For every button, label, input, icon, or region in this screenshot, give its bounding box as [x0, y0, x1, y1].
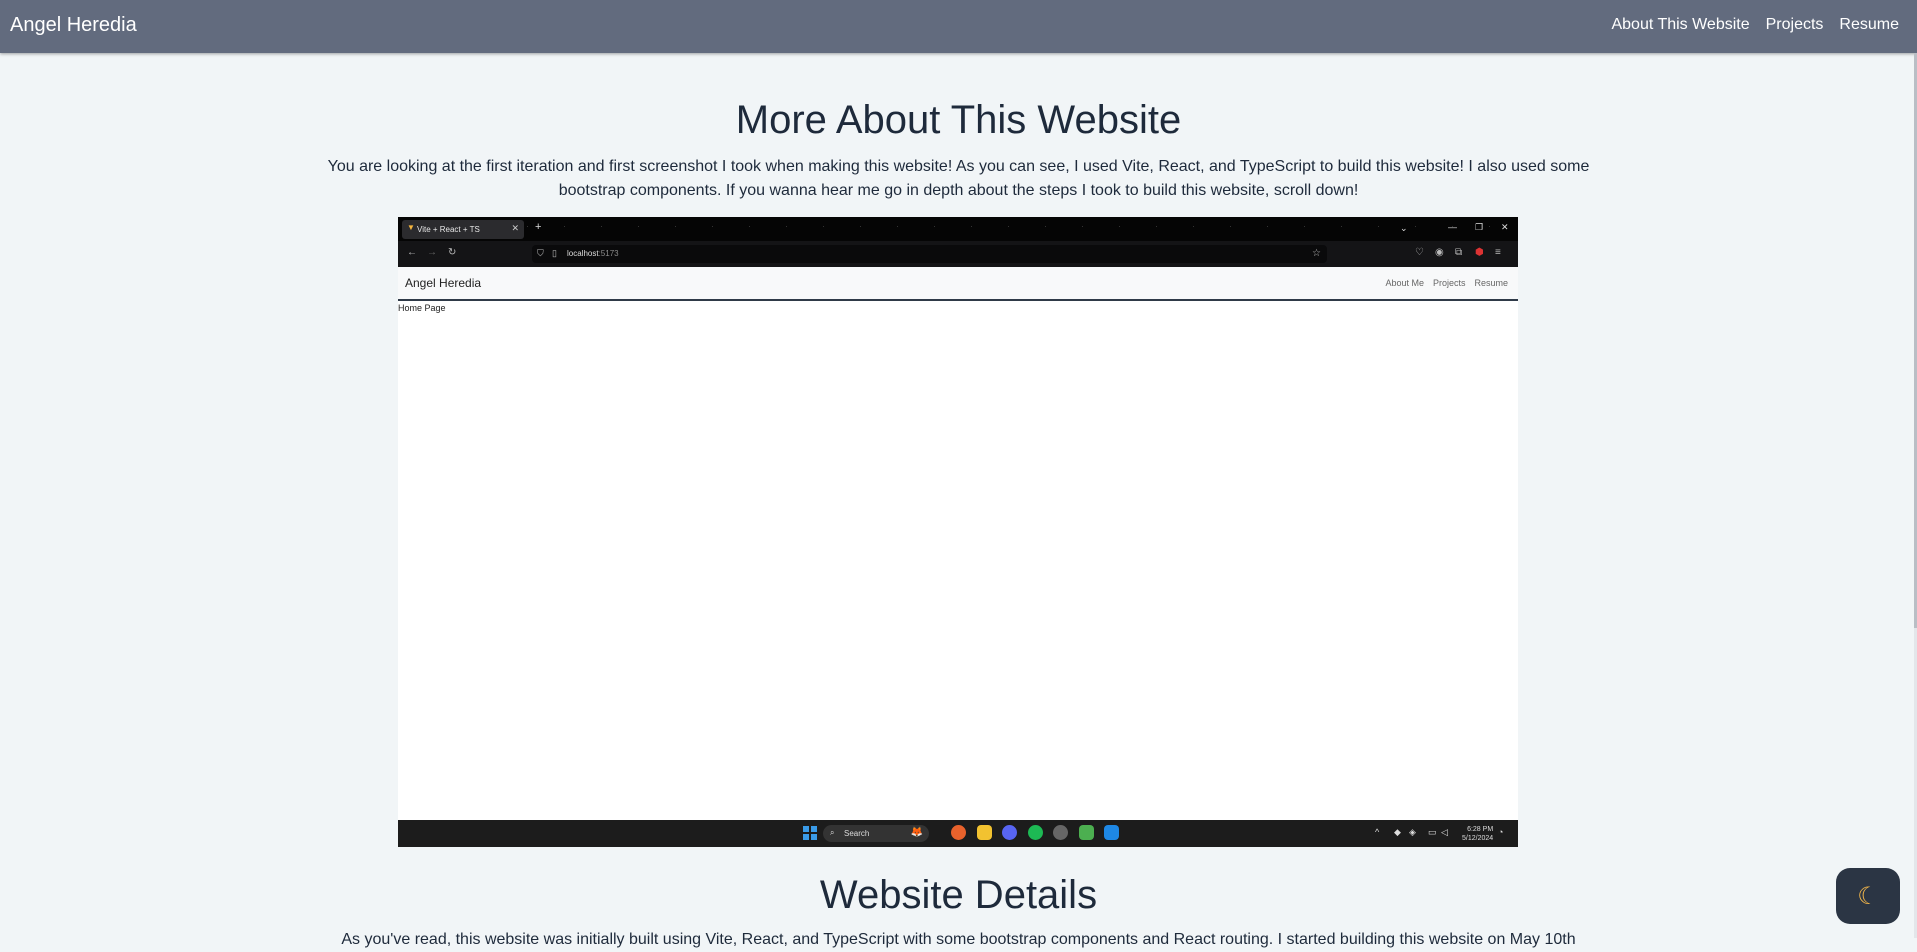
search-icon: ⌕	[830, 828, 835, 837]
tab-title: Vite + React + TS	[417, 225, 480, 234]
url-text: localhost:5173	[567, 249, 619, 258]
nav-links: About This Website Projects Resume	[1611, 16, 1899, 34]
restore-icon: ❐	[1475, 222, 1484, 232]
vite-logo-icon: ▼	[407, 223, 415, 232]
firefox-icon	[951, 825, 966, 840]
first-iteration-screenshot: ▼ Vite + React + TS ✕ + ⌄ — ❐ ✕ ← → ↻ ⛉ …	[398, 217, 1518, 847]
search-highlight-icon: 🦊	[910, 827, 923, 838]
tray-network-icon: ▭	[1428, 827, 1437, 837]
brand-link[interactable]: Angel Heredia	[10, 14, 137, 37]
new-tab-icon: +	[535, 221, 542, 233]
pocket-icon: ♡	[1415, 247, 1424, 258]
section-title: Website Details	[819, 873, 1098, 917]
taskbar-search: ⌕ Search 🦊	[823, 825, 929, 842]
details-paragraph: As you've read, this website was initial…	[341, 931, 1576, 948]
tray-volume-icon: ◁	[1441, 827, 1448, 837]
inner-navbar: Angel Heredia About Me Projects Resume	[398, 267, 1518, 301]
inner-links: About Me Projects Resume	[1385, 278, 1508, 288]
account-icon: ◉	[1435, 247, 1444, 258]
notification-bell-icon: ◔	[1498, 827, 1504, 837]
page-icon: ▯	[552, 248, 557, 258]
star-icon: ☆	[1312, 248, 1321, 259]
url-host: localhost	[567, 249, 599, 258]
taskbar-search-label: Search	[844, 829, 870, 838]
tray-discord-icon: ◆	[1394, 827, 1401, 837]
windows-start-icon	[803, 826, 817, 840]
url-port: :5173	[598, 249, 619, 258]
nav-resume[interactable]: Resume	[1839, 16, 1899, 34]
clock-date: 5/12/2024	[1462, 835, 1494, 842]
home-page-text: Home Page	[398, 303, 446, 313]
back-icon: ←	[407, 247, 417, 258]
inner-link-resume: Resume	[1474, 278, 1508, 288]
inner-brand: Angel Heredia	[405, 276, 482, 290]
menu-icon: ≡	[1495, 247, 1501, 258]
page-title: More About This Website	[735, 98, 1182, 142]
close-window-icon: ✕	[1501, 222, 1509, 232]
shield-icon: ⛉	[537, 248, 544, 258]
tray-steam-icon: ◈	[1409, 827, 1416, 837]
spotify-icon	[1028, 825, 1043, 840]
reload-icon: ↻	[448, 247, 457, 258]
address-bar: ⛉ ▯ localhost:5173 ☆	[532, 245, 1327, 263]
file-explorer-icon	[977, 825, 992, 840]
top-navbar: Angel Heredia About This Website Project…	[0, 0, 1917, 53]
intro-paragraph: You are looking at the first iteration a…	[327, 158, 1590, 199]
moon-icon: ☾	[1857, 882, 1879, 910]
nav-projects[interactable]: Projects	[1766, 16, 1824, 34]
chevron-down-icon: ⌄	[1400, 223, 1408, 233]
extensions-icon: ⧉	[1455, 247, 1463, 258]
vscode-icon	[1104, 825, 1119, 840]
browser-tabstrip: ▼ Vite + React + TS ✕ + ⌄ — ❐ ✕	[398, 217, 1518, 241]
ublock-icon: ⬢	[1475, 247, 1484, 258]
github-desktop-icon	[1053, 825, 1068, 840]
browser-toolbar: ← → ↻ ⛉ ▯ localhost:5173 ☆ ♡ ◉ ⧉ ⬢ ≡	[398, 241, 1518, 267]
discord-icon	[1002, 825, 1017, 840]
forward-icon: →	[427, 247, 437, 258]
inner-link-about: About Me	[1385, 278, 1424, 288]
tab-close-icon: ✕	[511, 223, 519, 233]
taskbar-clock: 6:28 PM 5/12/2024	[1462, 825, 1493, 843]
nav-about-website[interactable]: About This Website	[1611, 16, 1749, 34]
windows-taskbar: ⌕ Search 🦊 ^ ◆ ◈ ▭ ◁ 6:28 PM 5/12/2024 ◔	[398, 820, 1518, 847]
theme-toggle-button[interactable]: ☾	[1836, 868, 1900, 924]
browser-tab: ▼ Vite + React + TS ✕	[402, 220, 524, 239]
inner-link-projects: Projects	[1432, 278, 1466, 288]
tray-chevron-icon: ^	[1375, 827, 1380, 837]
minimize-icon: —	[1448, 222, 1457, 232]
clock-time: 6:28 PM	[1467, 826, 1494, 833]
excel-icon	[1079, 825, 1094, 840]
